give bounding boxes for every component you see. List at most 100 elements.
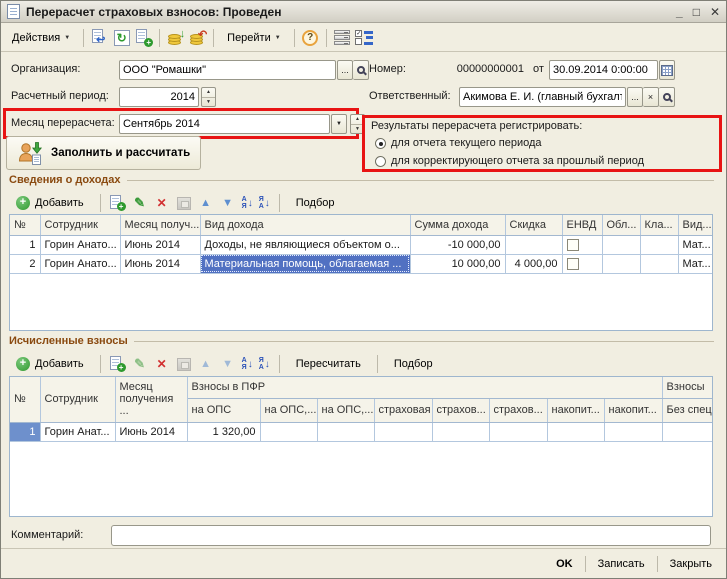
- recalc-month-input[interactable]: [119, 114, 330, 134]
- income-row-2[interactable]: 2 Горин Анато... Июнь 2014 Материальная …: [10, 254, 712, 274]
- footer-separator: [656, 555, 658, 572]
- contributions-table[interactable]: № Сотрудник Месяц получения ... Взносы в…: [9, 376, 713, 517]
- recalc-month-dropdown-button[interactable]: ▼: [331, 114, 347, 134]
- goto-label: Перейти: [227, 31, 271, 44]
- envd-checkbox[interactable]: [566, 238, 579, 251]
- fill-person-icon: [18, 142, 43, 165]
- footer-separator: [584, 555, 586, 572]
- radio-correction-period[interactable]: [375, 155, 386, 167]
- calendar-icon: [661, 64, 673, 76]
- contributions-header-group-row[interactable]: № Сотрудник Месяц получения ... Взносы в…: [10, 377, 712, 423]
- date-field: [549, 60, 675, 80]
- post-document-icon[interactable]: ↻: [112, 28, 131, 47]
- minimize-button[interactable]: _: [676, 5, 683, 19]
- copy-document-icon[interactable]: +: [134, 28, 154, 47]
- organization-search-button[interactable]: [353, 60, 369, 80]
- toolbar-separator: [278, 194, 280, 212]
- contributions-move-up-icon[interactable]: ▲: [198, 356, 214, 372]
- goto-menu-button[interactable]: Перейти ▼: [220, 27, 288, 49]
- fill-and-calculate-button[interactable]: Заполнить и рассчитать: [6, 136, 202, 170]
- income-section-title: Сведения о доходах: [9, 174, 714, 186]
- income-copy-icon[interactable]: +: [109, 195, 126, 211]
- income-table[interactable]: № Сотрудник Месяц получ... Вид дохода Сумм…: [9, 214, 713, 331]
- toolbar-separator: [99, 194, 101, 212]
- document-movements-icon[interactable]: ↶: [188, 28, 207, 47]
- actions-menu-button[interactable]: Действия ▼: [5, 27, 77, 49]
- income-finish-editing-icon[interactable]: [176, 195, 192, 211]
- calendar-button[interactable]: [659, 60, 675, 80]
- income-move-up-icon[interactable]: ▲: [198, 195, 214, 211]
- contributions-row-1[interactable]: 1 Горин Анат... Июнь 2014 1 320,00: [10, 422, 712, 442]
- ok-button[interactable]: OK: [552, 556, 577, 572]
- reread-document-icon[interactable]: ↩: [90, 28, 109, 47]
- title-bar: Перерасчет страховых взносов: Проведен _…: [1, 1, 726, 23]
- footer-bar: OK Записать Закрыть: [1, 548, 726, 578]
- actions-label: Действия: [12, 31, 61, 44]
- income-add-button[interactable]: + Добавить: [9, 192, 91, 214]
- contributions-edit-icon[interactable]: ✎: [132, 356, 148, 372]
- responsible-label: Ответственный:: [369, 90, 451, 102]
- radio-current-period[interactable]: [375, 137, 386, 149]
- period-label: Расчетный период:: [11, 90, 109, 102]
- responsible-select-button[interactable]: ...: [627, 87, 643, 107]
- income-sort-desc-icon[interactable]: ЯА ↓: [259, 196, 270, 210]
- contributions-add-button[interactable]: + Добавить: [9, 353, 91, 375]
- list-settings-icon[interactable]: [333, 28, 352, 47]
- maximize-button[interactable]: □: [693, 5, 700, 19]
- responsible-field: ... ×: [459, 87, 675, 107]
- income-delete-icon[interactable]: ✕: [154, 195, 170, 211]
- organization-label: Организация:: [11, 63, 81, 75]
- contributions-section-title: Исчисленные взносы: [9, 335, 714, 347]
- contributions-sort-desc-icon[interactable]: ЯА ↓: [259, 357, 270, 371]
- income-pick-button[interactable]: Подбор: [289, 192, 342, 214]
- recalc-month-field: ▼: [119, 114, 347, 134]
- details-settings-icon[interactable]: ✓: [355, 28, 374, 47]
- help-icon[interactable]: ?: [301, 28, 320, 47]
- toolbar-separator: [213, 28, 215, 47]
- fill-coins-icon[interactable]: ↓: [166, 28, 185, 47]
- add-icon: +: [16, 196, 30, 210]
- contributions-delete-icon[interactable]: ✕: [154, 356, 170, 372]
- income-sort-asc-icon[interactable]: АЯ ↓: [242, 196, 253, 210]
- contributions-copy-icon[interactable]: +: [109, 356, 126, 372]
- fill-and-calculate-label: Заполнить и рассчитать: [51, 147, 191, 159]
- toolbar-separator: [278, 355, 280, 373]
- contributions-move-down-icon[interactable]: ▼: [220, 356, 236, 372]
- contributions-pick-button[interactable]: Подбор: [387, 353, 440, 375]
- form-content: Организация: ... Расчетный период: ▲▼ Ме…: [1, 53, 726, 578]
- selected-row-number: 1: [10, 422, 41, 442]
- income-move-down-icon[interactable]: ▼: [220, 195, 236, 211]
- envd-checkbox[interactable]: [566, 257, 579, 270]
- main-toolbar: Действия ▼ ↩ ↻ + ↓ ↶ Перейти ▼ ? ✓: [1, 24, 726, 52]
- contributions-sort-asc-icon[interactable]: АЯ ↓: [242, 357, 253, 371]
- radio-current-period-label: для отчета текущего периода: [391, 137, 542, 149]
- responsible-clear-button[interactable]: ×: [643, 87, 659, 107]
- income-edit-icon[interactable]: ✎: [132, 195, 148, 211]
- close-button[interactable]: ✕: [710, 5, 720, 19]
- save-button[interactable]: Записать: [594, 556, 649, 572]
- period-input[interactable]: [119, 87, 199, 107]
- comment-input[interactable]: [111, 525, 711, 546]
- contributions-toolbar: + Добавить + ✎ ✕ ▲ ▼ АЯ ↓ ЯА ↓ Пересчита…: [9, 353, 440, 375]
- responsible-input[interactable]: [459, 87, 626, 107]
- income-row-1[interactable]: 1 Горин Анато... Июнь 2014 Доходы, не яв…: [10, 235, 712, 255]
- period-spinner[interactable]: ▲ ▼: [201, 87, 216, 107]
- toolbar-separator: [376, 355, 378, 373]
- income-header-row[interactable]: № Сотрудник Месяц получ... Вид дохода Сумм…: [10, 215, 712, 236]
- organization-input[interactable]: [119, 60, 336, 80]
- organization-select-button[interactable]: ...: [337, 60, 353, 80]
- toolbar-separator: [83, 28, 85, 47]
- register-highlight-box: Результаты перерасчета регистрировать: д…: [362, 115, 722, 172]
- document-icon: [7, 4, 20, 19]
- recalc-month-label: Месяц перерасчета:: [11, 117, 115, 129]
- toolbar-separator: [99, 355, 101, 373]
- dropdown-arrow-icon: ▼: [64, 34, 71, 41]
- responsible-search-button[interactable]: [659, 87, 675, 107]
- comment-label: Комментарий:: [11, 529, 84, 541]
- income-add-label: Добавить: [35, 197, 84, 209]
- date-input[interactable]: [549, 60, 658, 80]
- document-window: Перерасчет страховых взносов: Проведен _…: [0, 0, 727, 579]
- close-button-footer[interactable]: Закрыть: [666, 556, 716, 572]
- contributions-finish-editing-icon[interactable]: [176, 356, 192, 372]
- contributions-recalc-button[interactable]: Пересчитать: [289, 353, 368, 375]
